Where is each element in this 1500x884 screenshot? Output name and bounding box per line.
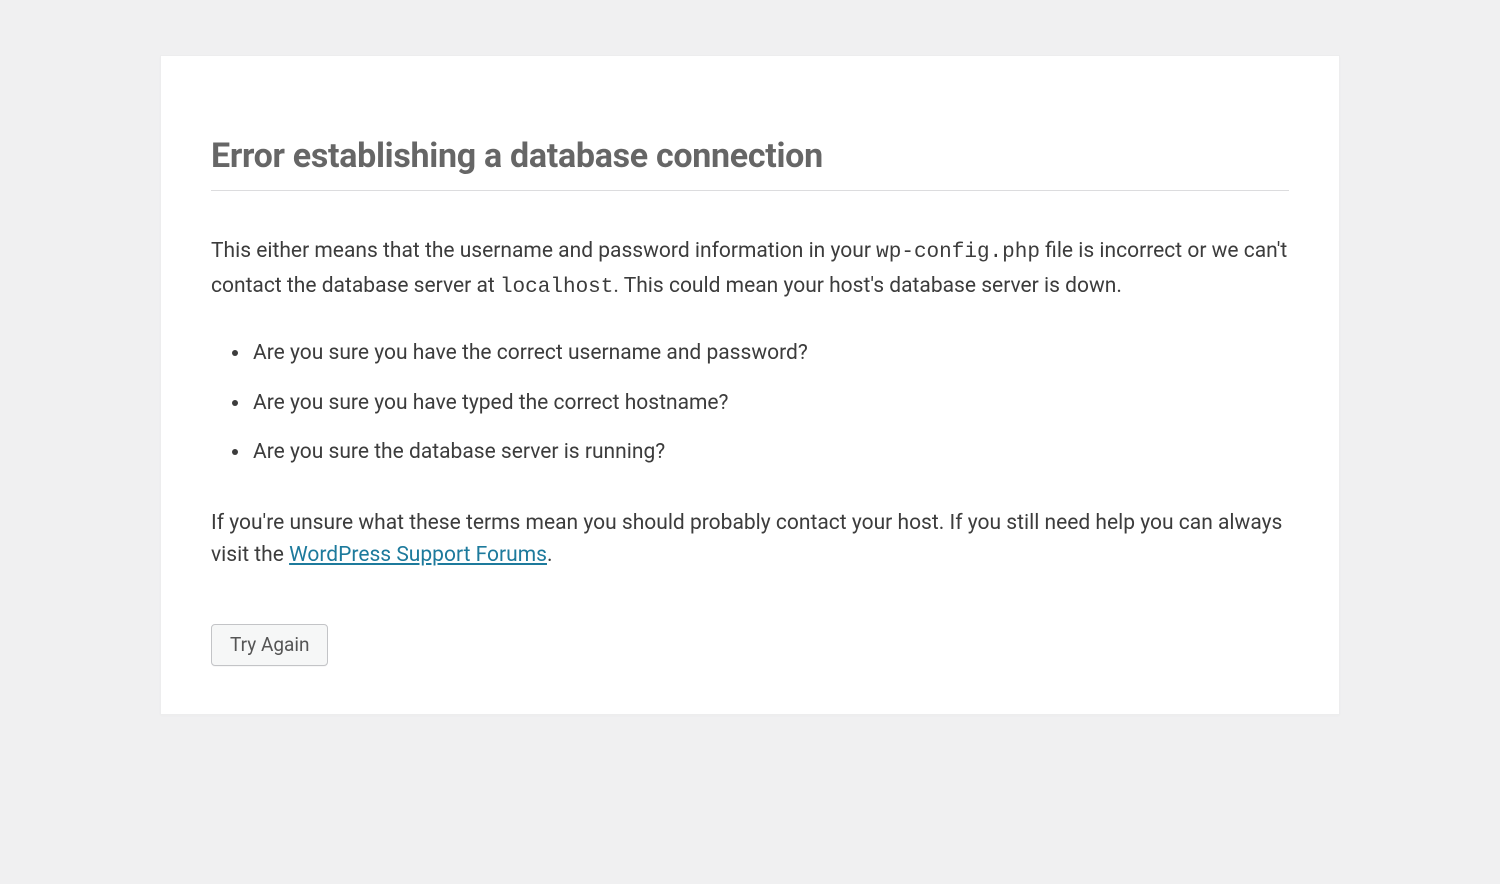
try-again-button[interactable]: Try Again xyxy=(211,624,328,666)
support-forums-link[interactable]: WordPress Support Forums xyxy=(289,543,547,567)
footer-text-post: . xyxy=(547,543,553,567)
list-item: Are you sure the database server is runn… xyxy=(251,437,1289,469)
intro-text-post: . This could mean your host's database s… xyxy=(613,274,1122,298)
intro-text-pre: This either means that the username and … xyxy=(211,239,876,263)
code-localhost: localhost xyxy=(500,276,613,299)
list-item: Are you sure you have typed the correct … xyxy=(251,388,1289,420)
checklist: Are you sure you have the correct userna… xyxy=(237,338,1289,469)
footer-paragraph: If you're unsure what these terms mean y… xyxy=(211,507,1289,572)
list-item: Are you sure you have the correct userna… xyxy=(251,338,1289,370)
page-title: Error establishing a database connection xyxy=(211,136,1289,191)
intro-paragraph: This either means that the username and … xyxy=(211,235,1289,304)
error-card: Error establishing a database connection… xyxy=(160,55,1340,715)
code-wp-config: wp-config.php xyxy=(876,241,1040,264)
